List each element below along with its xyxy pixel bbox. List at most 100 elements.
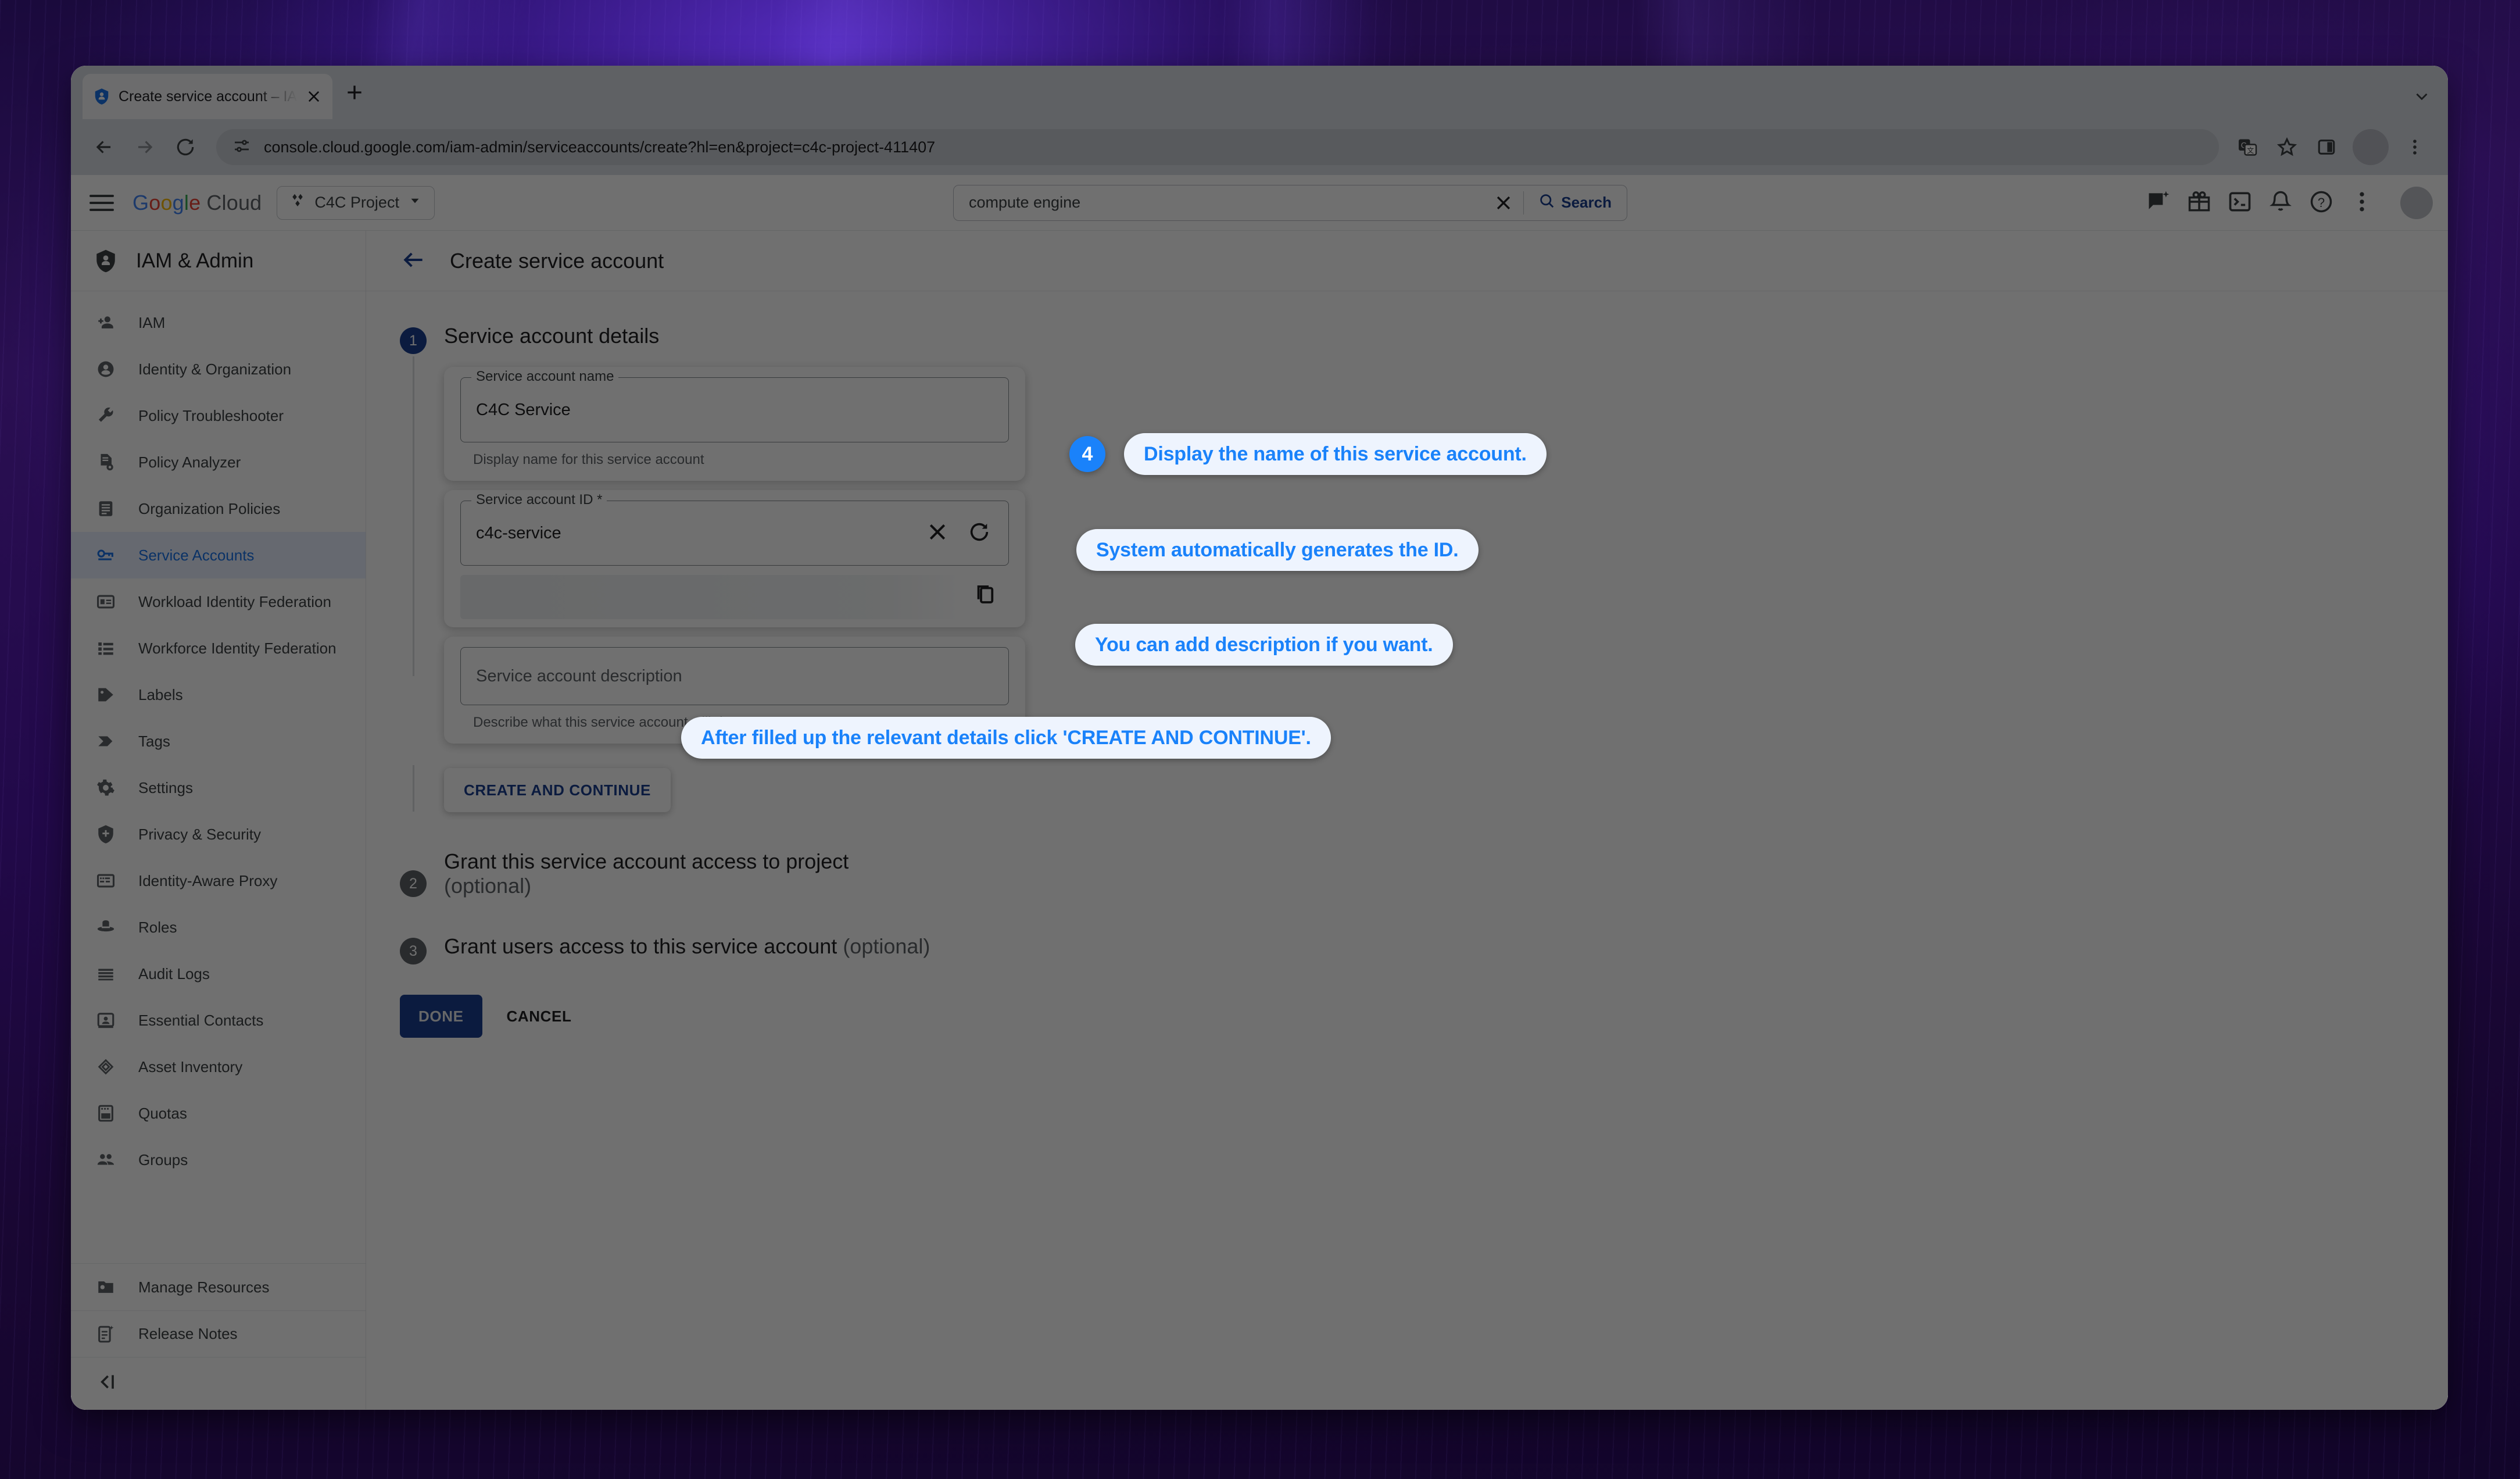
console-body: IAM & Admin IAM Identity & Organization … — [71, 231, 2448, 1409]
service-account-description-field[interactable]: Service account description — [460, 647, 1009, 705]
refresh-icon[interactable] — [968, 520, 993, 546]
notifications-bell-icon[interactable] — [2268, 189, 2296, 217]
step-heading: Service account details — [444, 324, 660, 348]
back-icon[interactable] — [86, 129, 122, 165]
sidebar-item-iam[interactable]: IAM — [71, 299, 366, 346]
sidebar-item-label: Groups — [138, 1151, 188, 1169]
sidebar-item-release-notes[interactable]: Release Notes — [71, 1310, 366, 1357]
copy-icon[interactable] — [973, 582, 1003, 612]
quota-icon — [93, 1101, 119, 1126]
search-divider — [1523, 191, 1524, 215]
sidebar-item-label: Release Notes — [138, 1325, 238, 1342]
wizard-steps: 1 Service account details Service accoun… — [366, 291, 2448, 1038]
sidebar-item-asset-inventory[interactable]: Asset Inventory — [71, 1044, 366, 1090]
user-avatar[interactable] — [2400, 186, 2433, 219]
sidebar-item-label: Quotas — [138, 1104, 187, 1122]
svg-text:?: ? — [2318, 195, 2325, 210]
search-icon — [1538, 192, 1555, 213]
logo-g: G — [133, 190, 149, 215]
google-cloud-logo[interactable]: Google Cloud — [133, 191, 262, 215]
service-account-description-card: Service account description Describe wha… — [444, 637, 1025, 744]
step-number-badge: 3 — [400, 938, 427, 964]
done-button[interactable]: DONE — [400, 995, 482, 1038]
project-name: C4C Project — [314, 194, 399, 211]
sidebar-item-workforce-identity-federation[interactable]: Workforce Identity Federation — [71, 625, 366, 671]
sidebar-collapse-button[interactable] — [71, 1357, 366, 1409]
search-input[interactable] — [968, 194, 1489, 212]
sidebar-nav-list: IAM Identity & Organization Policy Troub… — [71, 291, 366, 1263]
sidebar-item-identity-aware-proxy[interactable]: Identity-Aware Proxy — [71, 858, 366, 904]
cancel-button[interactable]: CANCEL — [492, 995, 587, 1038]
main-menu-icon[interactable] — [86, 187, 117, 219]
service-account-description-hint: Describe what this service account will … — [473, 715, 731, 730]
step-number-badge: 1 — [400, 327, 427, 354]
gift-icon[interactable] — [2186, 189, 2214, 217]
clear-search-icon[interactable] — [1488, 188, 1519, 218]
groups-icon — [93, 1147, 119, 1173]
more-options-icon[interactable] — [2349, 189, 2377, 217]
sidebar-item-audit-logs[interactable]: Audit Logs — [71, 951, 366, 997]
search-button[interactable]: Search — [1529, 192, 1621, 213]
sidebar-item-workload-identity-federation[interactable]: Workload Identity Federation — [71, 578, 366, 625]
sidebar-item-privacy-security[interactable]: Privacy & Security — [71, 811, 366, 858]
service-account-id-value: c4c-service — [476, 523, 561, 542]
address-bar[interactable]: console.cloud.google.com/iam-admin/servi… — [216, 129, 2219, 165]
sidebar-item-roles[interactable]: Roles — [71, 904, 366, 951]
help-icon[interactable]: ? — [2308, 189, 2336, 217]
service-account-id-field[interactable]: Service account ID * c4c-service — [460, 492, 1009, 566]
tag-arrow-icon — [93, 728, 119, 754]
sidebar-item-tags[interactable]: Tags — [71, 718, 366, 764]
key-icon — [93, 542, 119, 568]
chevron-down-icon[interactable] — [2412, 87, 2432, 106]
service-account-name-field[interactable]: Service account name C4C Service — [460, 369, 1009, 442]
service-account-email-masked — [460, 575, 965, 619]
sidebar-item-labels[interactable]: Labels — [71, 671, 366, 718]
browser-tab[interactable]: Create service account – IAM — [83, 74, 332, 119]
release-notes-icon[interactable] — [2146, 189, 2174, 217]
sidebar-item-label: Policy Analyzer — [138, 453, 241, 471]
chrome-menu-icon[interactable] — [2397, 129, 2433, 165]
browser-tab-strip: Create service account – IAM — [71, 66, 2448, 119]
browser-toolbar-right: G文 — [2229, 129, 2433, 165]
sidebar-item-organization-policies[interactable]: Organization Policies — [71, 485, 366, 532]
sidebar-item-label: Manage Resources — [138, 1278, 270, 1296]
forward-icon[interactable] — [127, 129, 163, 165]
close-icon[interactable] — [306, 88, 322, 105]
sidebar-item-groups[interactable]: Groups — [71, 1137, 366, 1183]
sidebar-item-policy-troubleshooter[interactable]: Policy Troubleshooter — [71, 392, 366, 439]
hat-icon — [93, 914, 119, 940]
release-notes-icon — [93, 1321, 119, 1347]
proxy-icon — [93, 868, 119, 894]
clear-x-icon[interactable] — [926, 520, 951, 546]
side-panel-icon[interactable] — [2308, 129, 2344, 165]
step-optional-label: (optional) — [843, 934, 930, 958]
cloud-shell-icon[interactable] — [2227, 189, 2255, 217]
sidebar-item-quotas[interactable]: Quotas — [71, 1090, 366, 1137]
bookmark-star-icon[interactable] — [2269, 129, 2305, 165]
sidebar-item-identity-organization[interactable]: Identity & Organization — [71, 346, 366, 392]
sidebar-item-label: Identity & Organization — [138, 360, 292, 378]
badge-card-icon — [93, 589, 119, 615]
translate-icon[interactable]: G文 — [2229, 129, 2265, 165]
sidebar-item-service-accounts[interactable]: Service Accounts — [71, 532, 366, 578]
reload-icon[interactable] — [167, 129, 203, 165]
sidebar-item-policy-analyzer[interactable]: Policy Analyzer — [71, 439, 366, 485]
new-tab-button[interactable] — [343, 81, 374, 112]
sidebar-item-label: Essential Contacts — [138, 1011, 264, 1029]
avatar[interactable] — [2353, 129, 2389, 165]
sidebar-item-essential-contacts[interactable]: Essential Contacts — [71, 997, 366, 1044]
tune-icon[interactable] — [231, 135, 252, 159]
sidebar-item-manage-resources[interactable]: Manage Resources — [71, 1264, 366, 1310]
create-and-continue-button[interactable]: CREATE AND CONTINUE — [444, 768, 671, 812]
wizard-step-1: 1 Service account details — [400, 324, 2448, 354]
search-button-label: Search — [1561, 194, 1612, 211]
sidebar-item-label: Workload Identity Federation — [138, 592, 331, 610]
console-search[interactable]: Search — [953, 184, 1627, 221]
back-arrow-icon[interactable] — [401, 247, 429, 275]
sidebar-item-label: Privacy & Security — [138, 825, 261, 843]
list-icon — [93, 635, 119, 661]
project-selector[interactable]: C4C Project — [277, 185, 435, 220]
page-content: Google Cloud C4C Project compute engine … — [71, 175, 2448, 1410]
sidebar-item-settings[interactable]: Settings — [71, 764, 366, 811]
page-title: Create service account — [450, 248, 664, 273]
